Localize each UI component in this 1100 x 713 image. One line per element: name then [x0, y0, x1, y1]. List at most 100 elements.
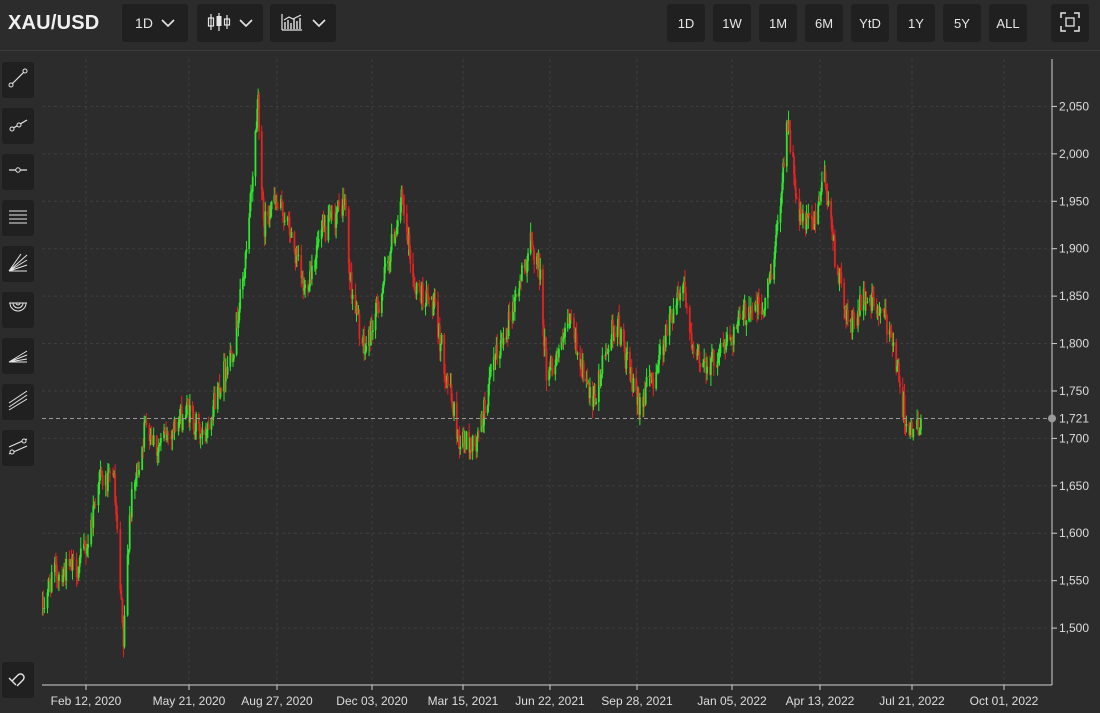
interval-dropdown[interactable]: 1D	[122, 4, 188, 42]
x-tick-label: Aug 27, 2020	[241, 694, 313, 708]
candle-body	[130, 489, 133, 518]
candle-body	[533, 250, 536, 265]
pitchfork-icon	[7, 389, 29, 416]
range-ytd-button[interactable]: YtD	[851, 4, 889, 42]
regression-channel-icon	[7, 435, 29, 462]
fibonacci-retracement-icon	[7, 343, 29, 370]
candle-body	[409, 249, 412, 264]
x-tick-label: Mar 15, 2021	[428, 694, 499, 708]
candle-body	[557, 348, 560, 358]
fibonacci-arc-tool[interactable]	[2, 292, 34, 328]
indicators-icon	[280, 12, 304, 35]
fibonacci-retracement-tool[interactable]	[2, 338, 34, 374]
candle-body	[347, 208, 350, 264]
current-price-label: 1,721	[1059, 411, 1089, 425]
x-tick-label: May 21, 2020	[153, 694, 226, 708]
candle-body	[245, 249, 248, 253]
candle-body	[283, 221, 286, 223]
candle-body	[494, 355, 497, 360]
candle-body	[840, 272, 843, 283]
trend-line-icon	[7, 67, 29, 94]
candle-body	[415, 283, 418, 295]
range-1y-button[interactable]: 1Y	[897, 4, 935, 42]
range-1d-button[interactable]: 1D	[667, 4, 705, 42]
indicators-dropdown[interactable]	[270, 4, 336, 42]
candle-body	[351, 294, 354, 299]
magnet-tool[interactable]	[2, 662, 34, 698]
range-1m-button[interactable]: 1M	[759, 4, 797, 42]
range-1w-button[interactable]: 1W	[713, 4, 751, 42]
candle-body	[43, 608, 46, 610]
candle-body	[551, 367, 554, 375]
candle-body	[55, 565, 58, 579]
candle-body	[453, 402, 455, 416]
candle-body	[659, 346, 661, 355]
candle-body	[465, 431, 468, 450]
candle-body	[613, 332, 616, 338]
parallel-channel-tool[interactable]	[2, 200, 34, 236]
candle-body	[250, 191, 252, 203]
candle-body	[490, 370, 493, 372]
candle-body	[668, 314, 671, 336]
candle-body	[589, 386, 591, 399]
candle-body	[101, 475, 104, 486]
fan-tool[interactable]	[2, 246, 34, 282]
candle-body	[174, 418, 177, 432]
candle-body	[638, 397, 641, 415]
range-all-button[interactable]: ALL	[989, 4, 1027, 42]
fullscreen-button[interactable]	[1051, 4, 1089, 42]
y-tick-label: 2,000	[1059, 147, 1089, 161]
candle-body	[160, 437, 162, 443]
candle-body	[833, 236, 836, 267]
x-tick-label: Oct 01, 2022	[970, 694, 1039, 708]
candle-body	[732, 326, 735, 345]
range-5y-button[interactable]: 5Y	[943, 4, 981, 42]
candle-body	[396, 220, 399, 227]
drawing-tools-sidebar	[0, 51, 42, 713]
candle-body	[726, 334, 729, 343]
candle-body	[853, 317, 856, 319]
candle-body	[802, 213, 804, 222]
chart-type-dropdown[interactable]	[197, 4, 263, 42]
candle-body	[256, 108, 259, 129]
price-chart[interactable]: 1,500 1,550 1,600 1,650 1,700 1,750 1,800 1,850…	[42, 51, 1100, 713]
candle-body	[167, 433, 170, 435]
range-6m-button[interactable]: 6M	[805, 4, 843, 42]
candle-body	[258, 95, 260, 132]
x-tick-label: Sep 28, 2021	[601, 694, 673, 708]
candle-body	[401, 189, 404, 198]
candle-body	[403, 204, 406, 214]
candle-body	[783, 162, 785, 167]
candle-body	[601, 355, 604, 374]
y-tick-label: 1,750	[1059, 384, 1089, 398]
candlestick-icon	[207, 12, 231, 35]
candle-body	[905, 424, 908, 427]
ray-line-tool[interactable]	[2, 108, 34, 144]
candle-body	[106, 472, 109, 492]
range-label: 5Y	[954, 15, 970, 31]
candle-body	[592, 395, 595, 407]
y-tick-label: 2,050	[1059, 99, 1089, 113]
candle-body	[123, 615, 126, 647]
candle-body	[152, 435, 155, 446]
y-tick-label: 1,700	[1059, 431, 1089, 445]
horizontal-line-tool[interactable]	[2, 154, 34, 190]
candle-body	[817, 204, 820, 224]
candle-body	[879, 308, 882, 314]
y-tick-label: 1,650	[1059, 479, 1089, 493]
candle-body	[470, 437, 472, 450]
candle-body	[476, 437, 478, 452]
pitchfork-tool[interactable]	[2, 384, 34, 420]
candle-body	[527, 253, 529, 262]
chevron-down-icon	[161, 15, 175, 31]
candle-body	[188, 405, 191, 423]
candle-body	[365, 345, 368, 352]
trend-line-tool[interactable]	[2, 62, 34, 98]
symbol-title: XAU/USD	[8, 12, 100, 34]
candle-body	[607, 349, 610, 352]
candle-body	[428, 298, 430, 300]
fibonacci-arc-icon	[7, 297, 29, 324]
candle-body	[886, 314, 888, 335]
candle-body	[310, 265, 313, 280]
regression-channel-tool[interactable]	[2, 430, 34, 466]
